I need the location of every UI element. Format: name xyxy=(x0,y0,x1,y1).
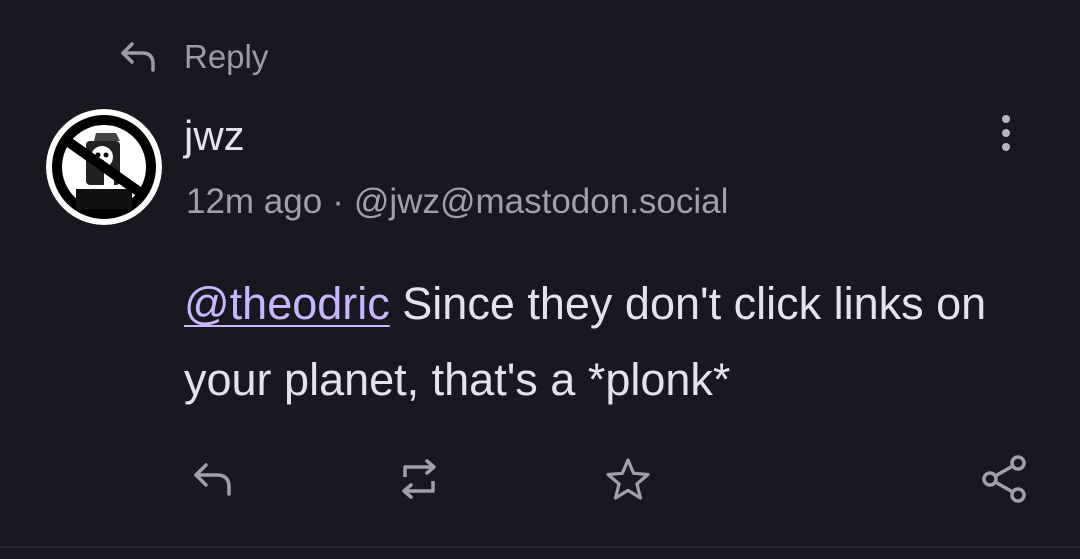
reply-button[interactable] xyxy=(188,454,238,504)
avatar[interactable] xyxy=(46,109,162,225)
reply-icon xyxy=(194,463,231,496)
repeat-icon xyxy=(402,459,436,499)
author-display-name[interactable]: jwz xyxy=(184,112,245,160)
reply-icon xyxy=(121,42,155,72)
post-content: @theodric Since they don't click links o… xyxy=(184,266,1044,418)
author-handle[interactable]: @jwz@mastodon.social xyxy=(354,182,729,221)
reply-context-label: Reply xyxy=(184,38,269,75)
more-options-button[interactable] xyxy=(990,112,1022,156)
mention-link[interactable]: @theodric xyxy=(184,278,390,329)
meta-separator: · xyxy=(332,182,344,221)
more-vertical-icon xyxy=(1002,115,1010,151)
boost-button[interactable] xyxy=(394,454,444,504)
share-icon xyxy=(982,455,1026,503)
star-icon xyxy=(606,458,650,500)
author-meta: 12m ago · @jwz@mastodon.social xyxy=(186,182,728,222)
share-button[interactable] xyxy=(980,454,1030,504)
reply-context[interactable]: Reply xyxy=(118,38,268,76)
no-entry-face-icon xyxy=(46,109,162,225)
favourite-button[interactable] xyxy=(603,454,653,504)
post-timestamp[interactable]: 12m ago xyxy=(186,182,322,221)
divider xyxy=(0,546,1080,548)
status-post: Reply jwz 12m ago · @jwz@mastodon.social xyxy=(0,0,1080,559)
